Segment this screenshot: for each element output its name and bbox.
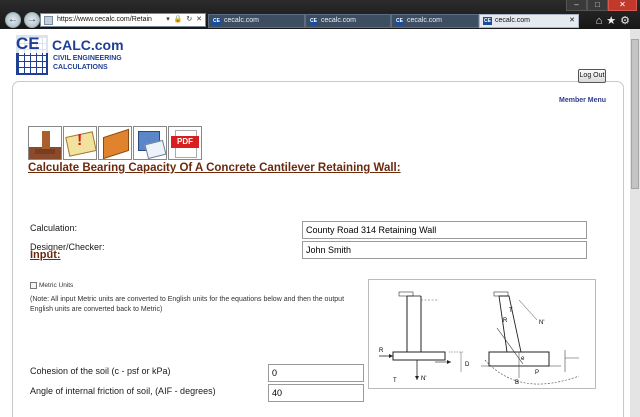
member-menu-link[interactable]: Member Menu xyxy=(559,97,606,104)
diagram-label-n: N' xyxy=(421,376,426,382)
friction-angle-label: Angle of internal friction of soil, (AIF… xyxy=(30,386,216,396)
tab-close-icon[interactable]: ✕ xyxy=(569,15,575,27)
cecalc-logo[interactable]: CE CALC.com CIVIL ENGINEERING CALCULATIO… xyxy=(16,35,148,79)
back-icon[interactable]: ← xyxy=(5,12,21,28)
cohesion-input[interactable]: 0 xyxy=(268,364,364,382)
browser-chrome: – □ ✕ ← → https://www.cecalc.com/Retain … xyxy=(0,0,640,29)
window-controls: – □ ✕ xyxy=(566,0,637,11)
logo-calc: CALC.com xyxy=(52,37,124,53)
tab-1[interactable]: CE cecalc.com xyxy=(208,14,305,28)
logout-button[interactable]: Log Out xyxy=(578,69,606,83)
diagram-label-d: D xyxy=(465,362,470,368)
page-icon xyxy=(44,16,53,25)
tab-3[interactable]: CE cecalc.com xyxy=(391,14,479,28)
cecalc-favicon-icon: CE xyxy=(212,17,221,25)
pdf-icon[interactable]: PDF xyxy=(168,126,202,160)
tab-label: cecalc.com xyxy=(495,17,531,24)
calculation-input[interactable]: County Road 314 Retaining Wall xyxy=(302,221,587,239)
logo-line1: CIVIL ENGINEERING xyxy=(53,55,122,62)
page-title: Calculate Bearing Capacity Of A Concrete… xyxy=(28,162,401,174)
mail-alert-icon[interactable]: ! xyxy=(63,126,97,160)
lock-refresh-icons[interactable]: ▾ 🔒 ↻ ✕ xyxy=(166,14,203,26)
tab-2[interactable]: CE cecalc.com xyxy=(305,14,391,28)
cecalc-favicon-icon: CE xyxy=(483,17,492,25)
calc-toolbar: ! PDF xyxy=(28,126,203,160)
units-note: (Note: All input Metric units are conver… xyxy=(30,296,345,313)
maximize-icon[interactable]: □ xyxy=(587,0,608,11)
metric-units-label: Metric Units xyxy=(39,282,74,290)
svg-text:T: T xyxy=(393,378,397,384)
retaining-wall-icon[interactable] xyxy=(28,126,62,160)
diagram-label-t: T xyxy=(509,308,513,314)
close-icon[interactable]: ✕ xyxy=(608,0,637,11)
address-url: https://www.cecalc.com/Retain xyxy=(57,16,152,23)
logo-ce: CE xyxy=(16,35,52,53)
forward-icon[interactable]: → xyxy=(24,12,40,28)
diagram-label-p: P xyxy=(535,370,539,376)
page-scrollbar[interactable] xyxy=(630,29,640,417)
input-section-title: Input: xyxy=(30,249,61,261)
scrollbar-thumb[interactable] xyxy=(631,39,639,189)
metric-units-checkbox[interactable] xyxy=(30,282,37,289)
diagram-label-b: B xyxy=(515,380,519,386)
home-icon[interactable]: ⌂ xyxy=(596,15,607,27)
star-icon[interactable]: ★ xyxy=(606,15,620,27)
pdf-label: PDF xyxy=(171,136,199,148)
tab-label: cecalc.com xyxy=(321,17,357,24)
retaining-wall-diagram: R N' D T N' R T e B P xyxy=(368,279,596,389)
logo-line2: CALCULATIONS xyxy=(53,64,108,71)
diagram-label-e: e xyxy=(521,356,525,362)
svg-text:R: R xyxy=(503,318,508,324)
svg-text:N': N' xyxy=(539,320,544,326)
tab-label: cecalc.com xyxy=(407,17,443,24)
friction-angle-input[interactable]: 40 xyxy=(268,384,364,402)
cecalc-favicon-icon: CE xyxy=(309,17,318,25)
tab-active[interactable]: CE cecalc.com ✕ xyxy=(479,14,579,28)
designer-input[interactable]: John Smith xyxy=(302,241,587,259)
cohesion-label: Cohesion of the soil (c - psf or kPa) xyxy=(30,366,171,376)
minimize-icon[interactable]: – xyxy=(566,0,587,11)
diagram-label-r: R xyxy=(379,348,384,354)
wall-force-sketch: R N' D T N' R T e B P xyxy=(379,291,580,386)
calculation-label: Calculation: xyxy=(30,223,78,233)
metric-units-option[interactable]: Metric Units xyxy=(30,282,73,289)
browser-tool-icons: ⌂★⚙ xyxy=(596,14,634,27)
tab-label: cecalc.com xyxy=(224,17,260,24)
gear-icon[interactable]: ⚙ xyxy=(620,15,634,27)
cecalc-favicon-icon: CE xyxy=(395,17,404,25)
book-icon[interactable] xyxy=(98,126,132,160)
address-bar[interactable]: https://www.cecalc.com/Retain ▾ 🔒 ↻ ✕ xyxy=(40,13,206,27)
calculator-icon[interactable] xyxy=(133,126,167,160)
